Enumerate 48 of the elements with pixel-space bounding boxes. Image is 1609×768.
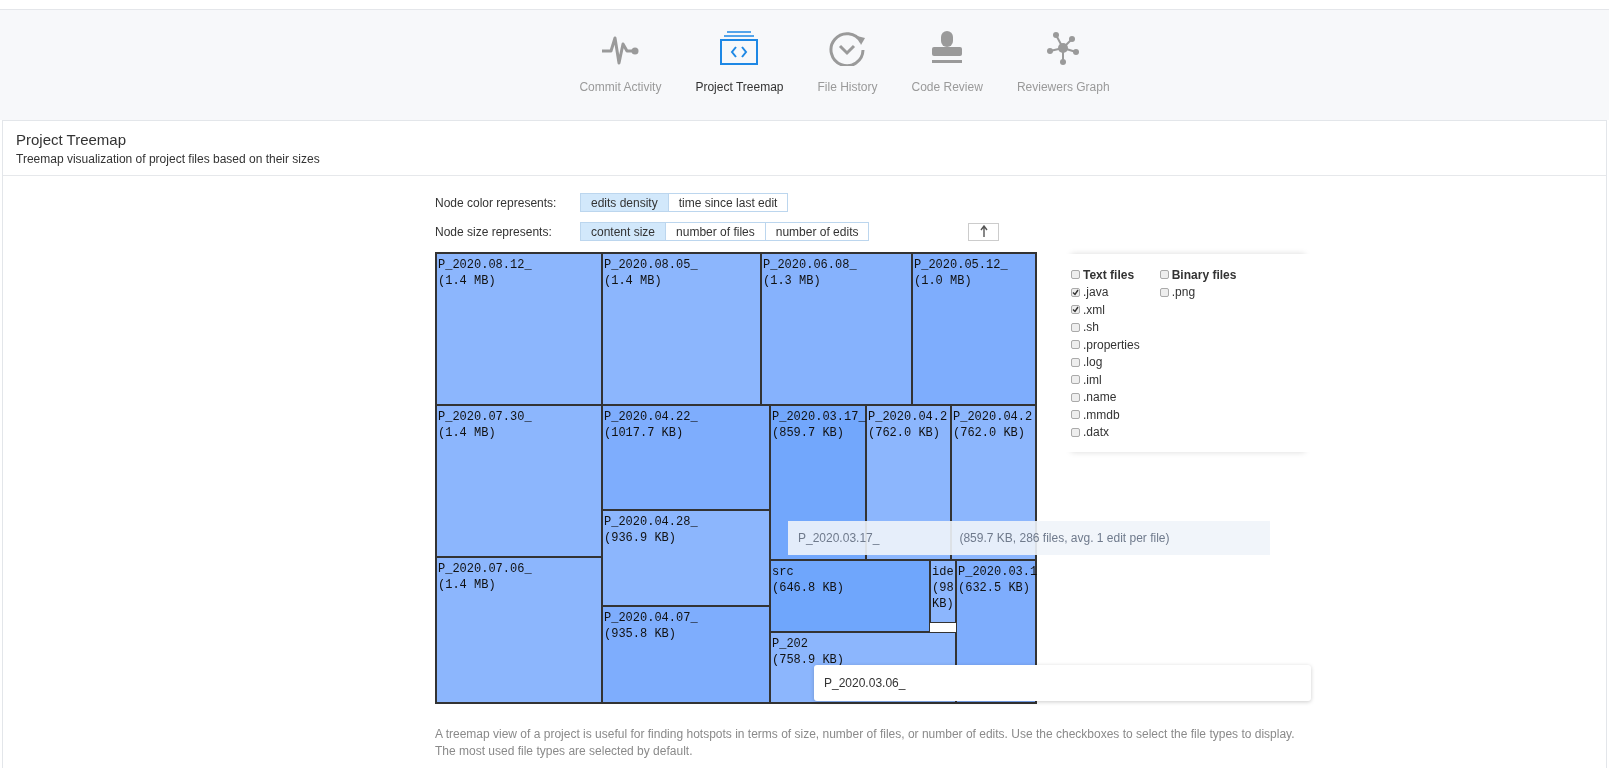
node-size: (935.8 KB) bbox=[604, 626, 677, 642]
node-size: (632.5 KB) bbox=[958, 580, 1031, 596]
node-name: P_2020.04.2 bbox=[953, 409, 1034, 425]
checkbox-label: .properties bbox=[1083, 337, 1140, 352]
node-name: P_2020.04.07_ bbox=[604, 610, 699, 626]
checkbox-label: .xml bbox=[1083, 302, 1105, 317]
node-size: (1.0 MB) bbox=[914, 273, 973, 289]
node-size: (1.4 MB) bbox=[604, 273, 663, 289]
node-name: P_2020.07.06_ bbox=[438, 561, 533, 577]
description-text: A treemap view of a project is useful for finding hotspots in terms of size, number of files, or number of edits. Use the checkboxes to select the file types to display. The most used file types are selected by default. bbox=[435, 726, 1296, 760]
checkbox-label: .png bbox=[1171, 285, 1196, 300]
checkbox-label: .java bbox=[1083, 285, 1109, 300]
node-size: (1.4 MB) bbox=[438, 273, 497, 289]
node-name: P_202 bbox=[772, 636, 809, 652]
node-size: (762.0 KB) bbox=[953, 425, 1026, 441]
checkbox-label: Binary files bbox=[1171, 267, 1237, 282]
checkbox-label: .iml bbox=[1083, 372, 1102, 387]
node-name: ide bbox=[932, 564, 954, 580]
checkbox-label: Text files bbox=[1083, 267, 1135, 282]
tooltip-title: P_2020.03.06_ bbox=[824, 676, 906, 690]
checkbox-label: .datx bbox=[1083, 425, 1109, 440]
node-name: P_2020.08.12_ bbox=[438, 257, 533, 273]
node-name: P_2020.08.05_ bbox=[604, 257, 699, 273]
node-size: (758.9 KB) bbox=[772, 652, 845, 668]
node-size: (1.3 MB) bbox=[763, 273, 822, 289]
node-size: (646.8 KB) bbox=[772, 580, 845, 596]
node-name: P_2020.05.12_ bbox=[914, 257, 1009, 273]
checkbox-label: .mmdb bbox=[1083, 407, 1120, 422]
panel-title: Project Treemap bbox=[16, 131, 128, 148]
node-name: P_2020.04.2 bbox=[868, 409, 949, 425]
option-label: Node color represents: bbox=[435, 195, 558, 210]
node-name: P_2020.06.08_ bbox=[763, 257, 858, 273]
option-label: Node size represents: bbox=[435, 224, 553, 239]
node-name: P_2020.04.22_ bbox=[604, 409, 699, 425]
node-name: P_2020.04.28_ bbox=[604, 514, 699, 530]
checkbox-label: .sh bbox=[1083, 320, 1099, 335]
node-name: P_2020.07.30_ bbox=[438, 409, 533, 425]
node-size: (98 KB) bbox=[932, 580, 954, 612]
node-name: src bbox=[772, 564, 795, 580]
node-size: (1.4 MB) bbox=[438, 577, 497, 593]
node-size: (859.7 KB) bbox=[772, 425, 845, 441]
panel-subtitle: Treemap visualization of project files based on their sizes bbox=[16, 152, 321, 166]
checkbox-label: .name bbox=[1083, 390, 1117, 405]
node-size: (1017.7 KB) bbox=[604, 425, 685, 441]
checkbox-label: .log bbox=[1083, 355, 1103, 370]
node-size: (1.4 MB) bbox=[438, 425, 497, 441]
node-size: (762.0 KB) bbox=[868, 425, 941, 441]
node-size: (936.9 KB) bbox=[604, 530, 677, 546]
